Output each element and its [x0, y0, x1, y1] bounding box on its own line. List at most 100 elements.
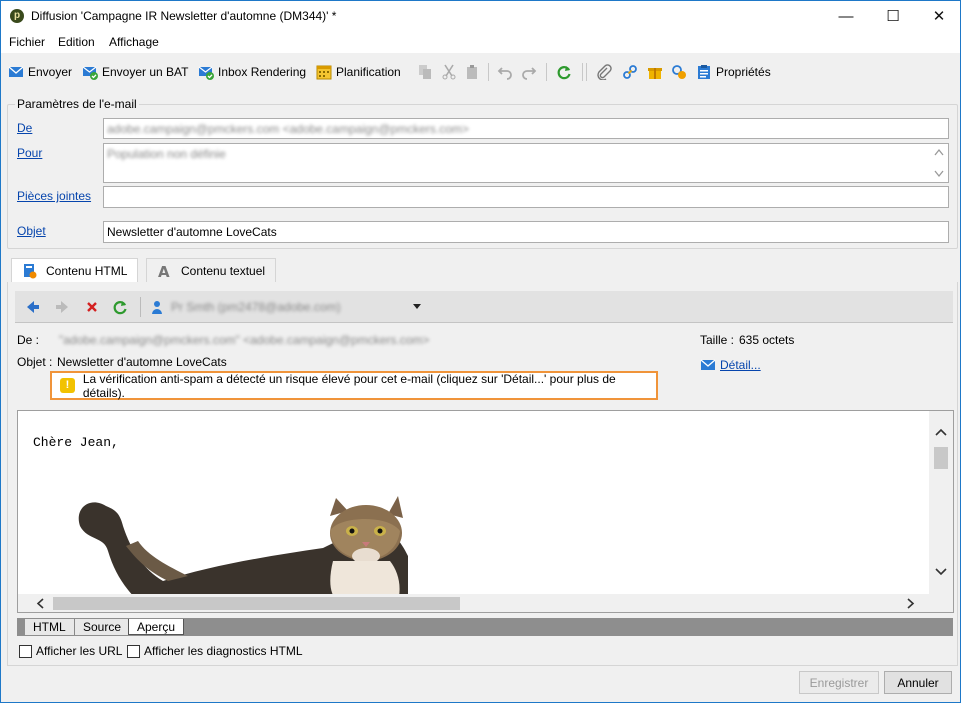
copy-button[interactable] [417, 63, 433, 81]
to-label-link[interactable]: Pour [17, 146, 42, 160]
toolbar: Envoyer Envoyer un BAT Inbox Rendering P… [1, 57, 960, 85]
close-button[interactable]: ✕ [916, 3, 961, 29]
send-label: Envoyer [28, 65, 73, 79]
show-urls-label: Afficher les URL [36, 644, 123, 658]
detail-link-label: Détail... [720, 358, 761, 372]
dropdown-arrow-icon [413, 304, 421, 309]
properties-label: Propriétés [716, 65, 771, 79]
window-title: Diffusion 'Campagne IR Newsletter d'auto… [31, 9, 337, 23]
menu-affichage[interactable]: Affichage [109, 35, 159, 49]
delete-x-icon[interactable] [85, 300, 99, 314]
scroll-down-arrow-icon[interactable] [934, 170, 944, 178]
attachments-label-link[interactable]: Pièces jointes [17, 189, 91, 203]
detail-link[interactable]: Détail... [700, 357, 761, 373]
undo-icon [497, 67, 512, 80]
svg-text:A: A [158, 263, 170, 279]
vertical-scroll-thumb[interactable] [934, 447, 948, 469]
refresh-icon [557, 66, 571, 80]
preview-horizontal-scrollbar[interactable] [18, 594, 953, 612]
attachment-button[interactable] [596, 63, 612, 81]
warning-text: La vérification anti-spam a détecté un r… [82, 371, 616, 400]
scroll-up-arrow-icon[interactable] [934, 148, 944, 156]
forward-arrow-icon[interactable] [54, 299, 70, 315]
refresh-button[interactable] [556, 63, 572, 81]
calendar-icon [316, 65, 332, 80]
toolbar-separator [582, 63, 583, 81]
cut-button[interactable] [441, 63, 457, 81]
preview-subject-label: Objet : [17, 355, 53, 369]
scroll-up-arrow-icon[interactable] [935, 428, 947, 436]
envelope-icon [700, 359, 716, 370]
to-value: Population non définie [107, 147, 226, 161]
tab-html-view[interactable]: HTML [25, 619, 75, 635]
send-button[interactable]: Envoyer [8, 63, 72, 81]
scroll-down-arrow-icon[interactable] [935, 568, 947, 576]
link-icon [623, 65, 637, 79]
scissors-icon [442, 64, 456, 80]
preview-from-value: "adobe.campaign@pmckers.com" <adobe.camp… [59, 333, 430, 347]
paste-button[interactable] [464, 63, 480, 81]
tab-html-label: Contenu HTML [46, 264, 128, 278]
back-arrow-icon[interactable] [25, 299, 41, 315]
email-preview[interactable]: Chère Jean, [17, 410, 954, 613]
toolbar-separator [586, 63, 587, 81]
show-diagnostics-option[interactable]: Afficher les diagnostics HTML [127, 644, 303, 658]
attachments-field[interactable] [103, 186, 949, 208]
scroll-right-arrow-icon[interactable] [907, 598, 915, 609]
tab-source-view[interactable]: Source [75, 619, 131, 635]
from-label-link[interactable]: De [17, 121, 32, 135]
from-value: adobe.campaign@pmckers.com <adobe.campai… [107, 122, 469, 136]
redo-button[interactable] [521, 63, 537, 81]
recipient-value: Pr Smth (pm2478@adobe.com) [171, 300, 341, 314]
show-urls-option[interactable]: Afficher les URL [19, 644, 122, 658]
target-link-icon [672, 65, 686, 79]
email-params-title: Paramètres de l'e-mail [15, 97, 139, 111]
preview-from-label: De : [17, 333, 40, 347]
minimize-button[interactable]: — [823, 3, 869, 29]
redo-icon [522, 67, 537, 80]
antispam-warning: ! La vérification anti-spam a détecté un… [50, 371, 658, 400]
undo-button[interactable] [497, 63, 513, 81]
personalize-button[interactable] [647, 63, 663, 81]
toolbar-separator [546, 63, 547, 81]
horizontal-scroll-thumb[interactable] [53, 597, 460, 610]
inbox-rendering-button[interactable]: Inbox Rendering [198, 63, 306, 81]
envelope-check-icon [82, 66, 98, 80]
show-diagnostics-label: Afficher les diagnostics HTML [144, 644, 303, 658]
properties-button[interactable]: Propriétés [696, 63, 771, 81]
tab-html-content[interactable]: Contenu HTML [11, 258, 139, 284]
links-button[interactable] [622, 63, 638, 81]
user-icon [152, 301, 162, 314]
tab-preview-view[interactable]: Aperçu [128, 619, 185, 635]
subject-label-link[interactable]: Objet [17, 224, 46, 238]
menu-edition[interactable]: Edition [58, 35, 95, 49]
cat-image [78, 496, 408, 601]
menu-bar: Fichier Edition Affichage [1, 31, 960, 53]
show-urls-checkbox[interactable] [19, 644, 32, 658]
tab-text-label: Contenu textuel [181, 264, 266, 278]
html-content-icon [24, 264, 37, 279]
tab-text-content[interactable]: A Contenu textuel [146, 258, 277, 283]
subject-field[interactable]: Newsletter d'automne LoveCats [103, 221, 949, 243]
tracking-button[interactable] [671, 63, 687, 81]
scroll-left-arrow-icon[interactable] [36, 598, 44, 609]
show-diagnostics-checkbox[interactable] [127, 644, 140, 658]
send-proof-button[interactable]: Envoyer un BAT [82, 63, 188, 81]
to-field[interactable]: Population non définie [103, 143, 949, 183]
preview-greeting: Chère Jean, [33, 435, 119, 450]
preview-vertical-scrollbar[interactable] [929, 411, 953, 597]
preview-subject-value: Newsletter d'automne LoveCats [57, 355, 227, 369]
maximize-button[interactable]: ☐ [870, 3, 916, 29]
menu-fichier[interactable]: Fichier [9, 35, 45, 49]
content-tabs: Contenu HTML A Contenu textuel [7, 258, 958, 284]
reload-icon[interactable] [112, 299, 128, 315]
nav-separator [140, 297, 141, 317]
schedule-button[interactable]: Planification [316, 63, 401, 81]
copy-icon [419, 65, 431, 79]
title-bar: p Diffusion 'Campagne IR Newsletter d'au… [1, 1, 960, 31]
from-field[interactable]: adobe.campaign@pmckers.com <adobe.campai… [103, 118, 949, 139]
save-button[interactable]: Enregistrer [799, 671, 879, 694]
cancel-button[interactable]: Annuler [884, 671, 952, 694]
size-label: Taille : [700, 333, 735, 347]
recipient-selector[interactable]: Pr Smth (pm2478@adobe.com) [149, 299, 429, 315]
